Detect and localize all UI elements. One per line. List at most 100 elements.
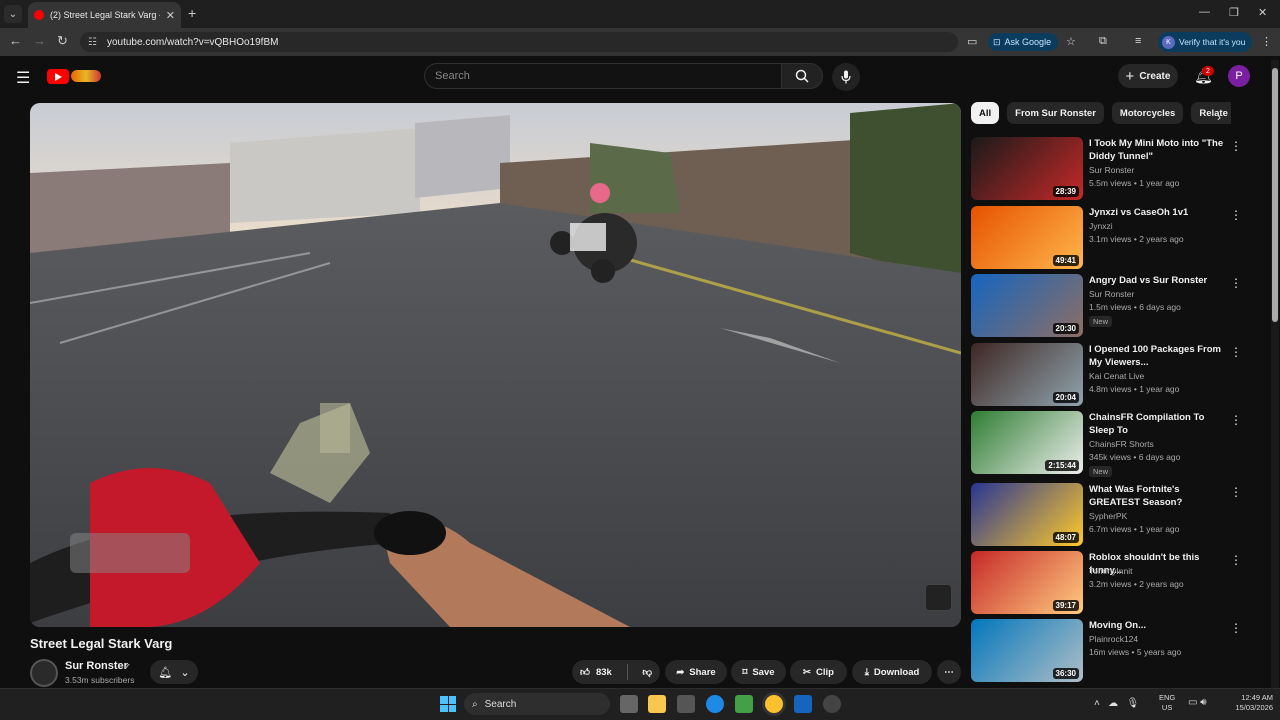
video-thumbnail[interactable]: 49:41 — [971, 206, 1083, 269]
windows-start-icon[interactable] — [440, 696, 456, 712]
language-indicator[interactable]: ENG US — [1159, 693, 1175, 713]
voice-search-button[interactable] — [832, 63, 860, 91]
video-thumbnail[interactable]: 20:30 — [971, 274, 1083, 337]
recommendation-channel[interactable]: Jynxzi — [1089, 221, 1113, 231]
search-input[interactable]: Search — [424, 63, 781, 89]
store-icon[interactable] — [677, 695, 695, 713]
create-button[interactable]: + Create — [1118, 64, 1178, 88]
reload-icon[interactable]: ↻ — [57, 33, 68, 49]
filter-chip-bar: All From Sur Ronster Motorcycles Relate — [971, 102, 1231, 126]
video-thumbnail[interactable]: 2:15:44 — [971, 411, 1083, 474]
network-volume-icons[interactable]: ▭ 🔊︎ — [1188, 697, 1207, 708]
recommendation-channel[interactable]: Plainrock124 — [1089, 634, 1138, 644]
recommendation-channel[interactable]: TommyInnit — [1089, 566, 1132, 576]
more-vertical-icon[interactable]: ⋮ — [1230, 208, 1242, 222]
system-tray-icons[interactable]: ˄ ☁ 🎙︎ — [1094, 698, 1139, 709]
recommendation-channel[interactable]: SypherPK — [1089, 511, 1127, 521]
cast-icon[interactable]: ▭ — [967, 35, 977, 48]
like-button[interactable]: 👍︎ 83k — [580, 666, 612, 679]
chevron-right-icon[interactable]: › — [1217, 110, 1221, 124]
taskbar-clock[interactable]: 12:49 AM 15/03/2026 — [1225, 693, 1273, 713]
recommendation-title[interactable]: Angry Dad vs Sur Ronster — [1089, 274, 1225, 287]
recommendation-item[interactable]: 20:30 Angry Dad vs Sur Ronster Sur Ronster… — [971, 274, 1246, 337]
more-vertical-icon[interactable]: ⋮ — [1230, 413, 1242, 427]
end-card-thumbnail[interactable] — [925, 584, 952, 611]
more-vertical-icon[interactable]: ⋮ — [1230, 553, 1242, 567]
more-vertical-icon[interactable]: ⋮ — [1230, 276, 1242, 290]
search-button[interactable] — [781, 63, 823, 89]
recommendation-item[interactable]: 39:17 Roblox shouldn't be this funny... To… — [971, 551, 1246, 614]
recommendation-title[interactable]: I Took My Mini Moto into "The Diddy Tunn… — [1089, 137, 1225, 163]
verify-profile-button[interactable]: K Verify that it's you — [1158, 32, 1252, 52]
recommendation-channel[interactable]: Sur Ronster — [1089, 289, 1134, 299]
minecraft-icon[interactable] — [735, 695, 753, 713]
more-vertical-icon[interactable]: ⋮ — [1230, 485, 1242, 499]
chip-from-sur-ronster[interactable]: From Sur Ronster — [1007, 102, 1104, 124]
save-button[interactable]: ⌑ Save — [731, 660, 786, 684]
minimize-icon[interactable]: — — [1199, 6, 1210, 18]
recommendation-title[interactable]: I Opened 100 Packages From My Viewers... — [1089, 343, 1225, 369]
chip-motorcycles[interactable]: Motorcycles — [1111, 102, 1184, 124]
recommendation-title[interactable]: ChainsFR Compilation To Sleep To — [1089, 411, 1225, 437]
recommendation-title[interactable]: What Was Fortnite's GREATEST Season? — [1089, 483, 1225, 509]
recommendation-item[interactable]: 28:39 I Took My Mini Moto into "The Diddy… — [971, 137, 1246, 200]
restore-icon[interactable]: ❐ — [1229, 6, 1239, 19]
divider — [626, 664, 628, 680]
recommendation-item[interactable]: 48:07 What Was Fortnite's GREATEST Season… — [971, 483, 1246, 546]
tab-search-dropdown[interactable]: ⌄ — [4, 5, 22, 23]
more-vertical-icon[interactable]: ⋮ — [1230, 345, 1242, 359]
ask-google-button[interactable]: ⊡ Ask Google — [988, 33, 1058, 51]
recommendation-channel[interactable]: Sur Ronster — [1089, 165, 1134, 175]
recommendation-channel[interactable]: ChainsFR Shorts — [1089, 439, 1154, 449]
chrome-icon[interactable] — [765, 695, 783, 713]
new-tab-icon[interactable]: + — [188, 5, 196, 21]
recommendation-item[interactable]: 2:15:44 ChainsFR Compilation To Sleep To C… — [971, 411, 1246, 477]
bookmark-star-icon[interactable]: ☆ — [1066, 35, 1076, 48]
taskbar-search[interactable]: ⌕ Search — [464, 693, 610, 715]
more-actions-button[interactable]: ⋯ — [937, 660, 961, 684]
video-player[interactable] — [30, 103, 961, 627]
account-avatar[interactable]: P — [1228, 65, 1250, 87]
chip-related[interactable]: Relate — [1191, 102, 1231, 124]
reading-list-icon[interactable]: ≡ — [1135, 35, 1141, 47]
recommendation-title[interactable]: Jynxzi vs CaseOh 1v1 — [1089, 206, 1225, 219]
youtube-logo[interactable] — [47, 68, 105, 84]
task-view-icon[interactable] — [620, 695, 638, 713]
app-icon[interactable] — [794, 695, 812, 713]
channel-avatar[interactable] — [30, 659, 58, 687]
subscribed-notifications-button[interactable]: 🔔︎ ⌄ — [150, 660, 198, 684]
download-button[interactable]: ⤓ Download — [852, 660, 932, 684]
share-button[interactable]: ➦ Share — [665, 660, 727, 684]
recommendation-channel[interactable]: Kai Cenat Live — [1089, 371, 1144, 381]
recommendation-item[interactable]: 36:30 Moving On... Plainrock124 16m views •… — [971, 619, 1246, 682]
forward-icon[interactable]: → — [33, 33, 46, 48]
recommendation-item[interactable]: 20:04 I Opened 100 Packages From My Viewe… — [971, 343, 1246, 406]
hamburger-menu-icon[interactable]: ☰ — [16, 68, 30, 88]
clip-button[interactable]: ✂ Clip — [790, 660, 847, 684]
close-window-icon[interactable]: ✕ — [1258, 6, 1267, 19]
chip-all[interactable]: All — [971, 102, 1000, 124]
channel-name[interactable]: Sur Ronster — [65, 660, 128, 672]
recommendation-title[interactable]: Moving On... — [1089, 619, 1225, 632]
verify-label: Verify that it's you — [1179, 37, 1246, 47]
extensions-icon[interactable]: ⧉ — [1099, 35, 1107, 48]
video-thumbnail[interactable]: 20:04 — [971, 343, 1083, 406]
close-tab-icon[interactable]: ✕ — [166, 9, 175, 22]
address-bar[interactable]: ☷ youtube.com/watch?v=vQBHOo19fBM — [80, 32, 958, 52]
video-thumbnail[interactable]: 28:39 — [971, 137, 1083, 200]
dislike-button[interactable]: 👎︎ — [642, 666, 652, 678]
edge-icon[interactable] — [706, 695, 724, 713]
recommendation-item[interactable]: 49:41 Jynxzi vs CaseOh 1v1 Jynxzi 3.1m view… — [971, 206, 1246, 269]
more-vertical-icon[interactable]: ⋮ — [1230, 621, 1242, 635]
back-icon[interactable]: ← — [9, 33, 22, 48]
more-vertical-icon[interactable]: ⋮ — [1230, 139, 1242, 153]
site-info-icon[interactable]: ☷ — [88, 37, 97, 48]
video-thumbnail[interactable]: 39:17 — [971, 551, 1083, 614]
settings-app-icon[interactable] — [823, 695, 841, 713]
scrollbar-thumb[interactable] — [1272, 68, 1278, 322]
file-explorer-icon[interactable] — [648, 695, 666, 713]
browser-tab-active[interactable]: (2) Street Legal Stark Varg - You ✕ — [28, 2, 181, 28]
video-thumbnail[interactable]: 48:07 — [971, 483, 1083, 546]
browser-menu-icon[interactable]: ⋮ — [1261, 35, 1272, 48]
video-thumbnail[interactable]: 36:30 — [971, 619, 1083, 682]
